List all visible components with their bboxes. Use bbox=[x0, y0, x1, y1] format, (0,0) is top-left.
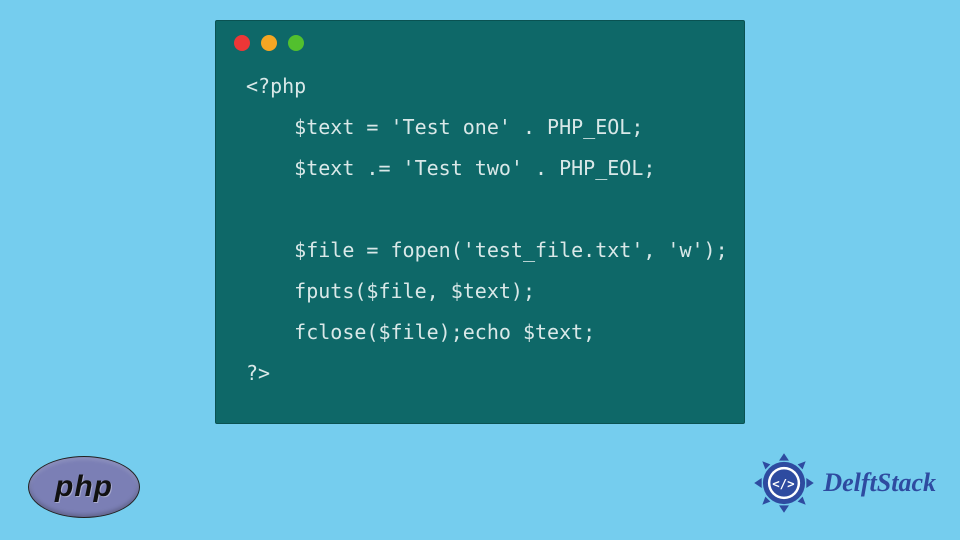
php-logo-text: php bbox=[55, 470, 113, 504]
php-logo: php bbox=[28, 456, 140, 518]
close-icon bbox=[234, 35, 250, 51]
window-controls bbox=[216, 21, 744, 57]
svg-text:</>: </> bbox=[773, 476, 795, 491]
code-block: <?php $text = 'Test one' . PHP_EOL; $tex… bbox=[216, 57, 744, 423]
code-window: <?php $text = 'Test one' . PHP_EOL; $tex… bbox=[215, 20, 745, 424]
brand-name: DelftStack bbox=[823, 468, 936, 498]
code-content: <?php $text = 'Test one' . PHP_EOL; $tex… bbox=[246, 74, 728, 385]
brand-logo: </> DelftStack bbox=[753, 452, 936, 514]
minimize-icon bbox=[261, 35, 277, 51]
gear-icon: </> bbox=[753, 452, 815, 514]
maximize-icon bbox=[288, 35, 304, 51]
